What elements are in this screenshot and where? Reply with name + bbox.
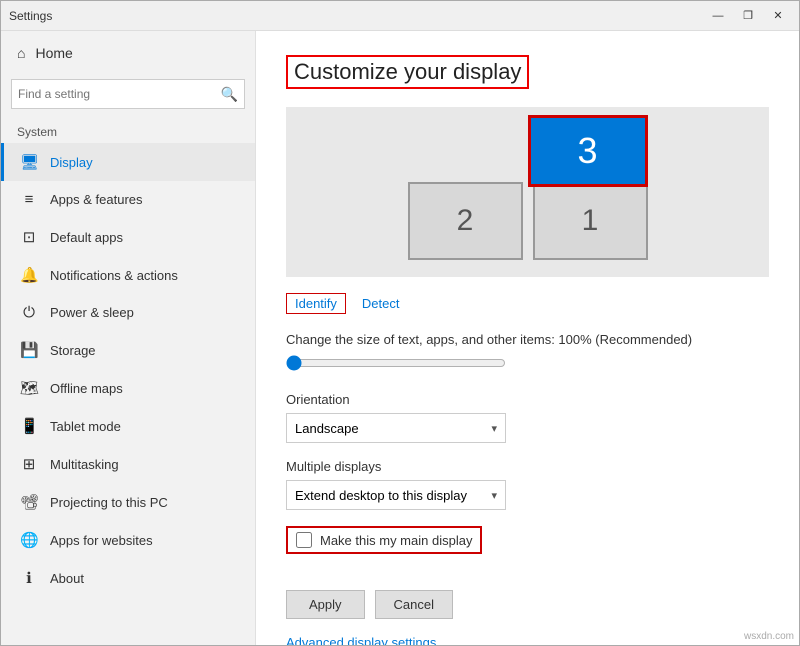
cancel-button[interactable]: Cancel bbox=[375, 590, 453, 619]
power-icon: ⏻ bbox=[20, 304, 38, 321]
main-display-checkbox-row[interactable]: Make this my main display bbox=[286, 526, 482, 554]
maps-icon: 🗺 bbox=[20, 379, 38, 397]
titlebar: Settings — ❐ ✕ bbox=[1, 1, 799, 31]
titlebar-title: Settings bbox=[9, 9, 52, 23]
sidebar-item-label: Storage bbox=[50, 343, 96, 358]
default-apps-icon: ⊡ bbox=[20, 228, 38, 246]
close-button[interactable]: ✕ bbox=[765, 6, 791, 26]
web-icon: 🌐 bbox=[20, 531, 38, 549]
sidebar-item-notifications[interactable]: 🔔 Notifications & actions bbox=[1, 256, 255, 294]
multiple-displays-section: Multiple displays Extend desktop to this… bbox=[286, 459, 769, 510]
monitor-3-label: 3 bbox=[577, 130, 597, 172]
sidebar-item-label: Apps & features bbox=[50, 192, 143, 207]
sidebar-item-label: Notifications & actions bbox=[50, 268, 178, 283]
monitors-wrapper: 2 1 3 bbox=[408, 115, 648, 260]
watermark: wsxdn.com bbox=[744, 631, 794, 642]
orientation-chevron-icon: ▾ bbox=[491, 422, 497, 435]
search-input[interactable] bbox=[18, 87, 221, 101]
minimize-button[interactable]: — bbox=[705, 6, 731, 26]
sidebar-item-label: Power & sleep bbox=[50, 305, 134, 320]
sidebar-item-tablet-mode[interactable]: 📱 Tablet mode bbox=[1, 407, 255, 445]
storage-icon: 💾 bbox=[20, 341, 38, 359]
tablet-icon: 📱 bbox=[20, 417, 38, 435]
main-display-label: Make this my main display bbox=[320, 533, 472, 548]
display-icon: 🖥 bbox=[20, 153, 38, 171]
advanced-display-settings-link[interactable]: Advanced display settings bbox=[286, 635, 436, 645]
monitor-2[interactable]: 2 bbox=[408, 182, 523, 260]
sidebar-item-display[interactable]: 🖥 Display bbox=[1, 143, 255, 181]
main-display-section: Make this my main display bbox=[286, 526, 769, 572]
search-icon: 🔍 bbox=[221, 86, 238, 103]
apps-features-icon: ≡ bbox=[20, 191, 38, 208]
scale-slider[interactable] bbox=[286, 355, 506, 371]
display-preview-area: 2 1 3 bbox=[286, 107, 769, 277]
project-icon: 📽 bbox=[20, 493, 38, 511]
identify-detect-row: Identify Detect bbox=[286, 293, 769, 314]
multiple-displays-value: Extend desktop to this display bbox=[295, 488, 467, 503]
settings-window: Settings — ❐ ✕ ⌂ Home 🔍 System 🖥 Di bbox=[0, 0, 800, 646]
multiple-displays-label: Multiple displays bbox=[286, 459, 769, 474]
sidebar-item-power-sleep[interactable]: ⏻ Power & sleep bbox=[1, 294, 255, 331]
home-icon: ⌂ bbox=[17, 45, 25, 61]
sidebar-item-storage[interactable]: 💾 Storage bbox=[1, 331, 255, 369]
sidebar-item-apps-websites[interactable]: 🌐 Apps for websites bbox=[1, 521, 255, 559]
monitor-1[interactable]: 1 bbox=[533, 182, 648, 260]
identify-button[interactable]: Identify bbox=[286, 293, 346, 314]
maximize-button[interactable]: ❐ bbox=[735, 6, 761, 26]
main-display-checkbox[interactable] bbox=[296, 532, 312, 548]
search-box[interactable]: 🔍 bbox=[11, 79, 245, 109]
content-area: ⌂ Home 🔍 System 🖥 Display ≡ Apps & featu… bbox=[1, 31, 799, 645]
sidebar-item-about[interactable]: ℹ About bbox=[1, 559, 255, 597]
sidebar-item-label: Multitasking bbox=[50, 457, 119, 472]
sidebar-item-label: Display bbox=[50, 155, 93, 170]
sidebar-item-label: Apps for websites bbox=[50, 533, 153, 548]
orientation-label: Orientation bbox=[286, 392, 769, 407]
sidebar-item-label: Offline maps bbox=[50, 381, 123, 396]
home-label: Home bbox=[35, 45, 72, 61]
sidebar-item-apps-features[interactable]: ≡ Apps & features bbox=[1, 181, 255, 218]
multitasking-icon: ⊞ bbox=[20, 455, 38, 473]
detect-button[interactable]: Detect bbox=[362, 296, 400, 311]
main-panel: Customize your display 2 1 3 bbox=[256, 31, 799, 645]
titlebar-controls: — ❐ ✕ bbox=[705, 6, 791, 26]
sidebar-item-label: About bbox=[50, 571, 84, 586]
multiple-displays-chevron-icon: ▾ bbox=[491, 489, 497, 502]
sidebar-item-offline-maps[interactable]: 🗺 Offline maps bbox=[1, 369, 255, 407]
scale-label: Change the size of text, apps, and other… bbox=[286, 332, 769, 347]
page-title: Customize your display bbox=[286, 55, 529, 89]
orientation-section: Orientation Landscape ▾ bbox=[286, 392, 769, 443]
scale-container: Change the size of text, apps, and other… bbox=[286, 332, 769, 374]
sidebar-item-projecting[interactable]: 📽 Projecting to this PC bbox=[1, 483, 255, 521]
about-icon: ℹ bbox=[20, 569, 38, 587]
sidebar-item-multitasking[interactable]: ⊞ Multitasking bbox=[1, 445, 255, 483]
monitor-1-label: 1 bbox=[582, 204, 599, 238]
sidebar-item-home[interactable]: ⌂ Home bbox=[1, 31, 255, 75]
notifications-icon: 🔔 bbox=[20, 266, 38, 284]
sidebar: ⌂ Home 🔍 System 🖥 Display ≡ Apps & featu… bbox=[1, 31, 256, 645]
sidebar-item-label: Default apps bbox=[50, 230, 123, 245]
monitor-2-label: 2 bbox=[457, 204, 474, 238]
apply-button[interactable]: Apply bbox=[286, 590, 365, 619]
sidebar-item-label: Tablet mode bbox=[50, 419, 121, 434]
system-section-label: System bbox=[1, 119, 255, 143]
orientation-dropdown[interactable]: Landscape ▾ bbox=[286, 413, 506, 443]
orientation-value: Landscape bbox=[295, 421, 359, 436]
monitor-3[interactable]: 3 bbox=[528, 115, 648, 187]
action-buttons-row: Apply Cancel bbox=[286, 590, 769, 619]
sidebar-item-label: Projecting to this PC bbox=[50, 495, 168, 510]
sidebar-item-default-apps[interactable]: ⊡ Default apps bbox=[1, 218, 255, 256]
multiple-displays-dropdown[interactable]: Extend desktop to this display ▾ bbox=[286, 480, 506, 510]
